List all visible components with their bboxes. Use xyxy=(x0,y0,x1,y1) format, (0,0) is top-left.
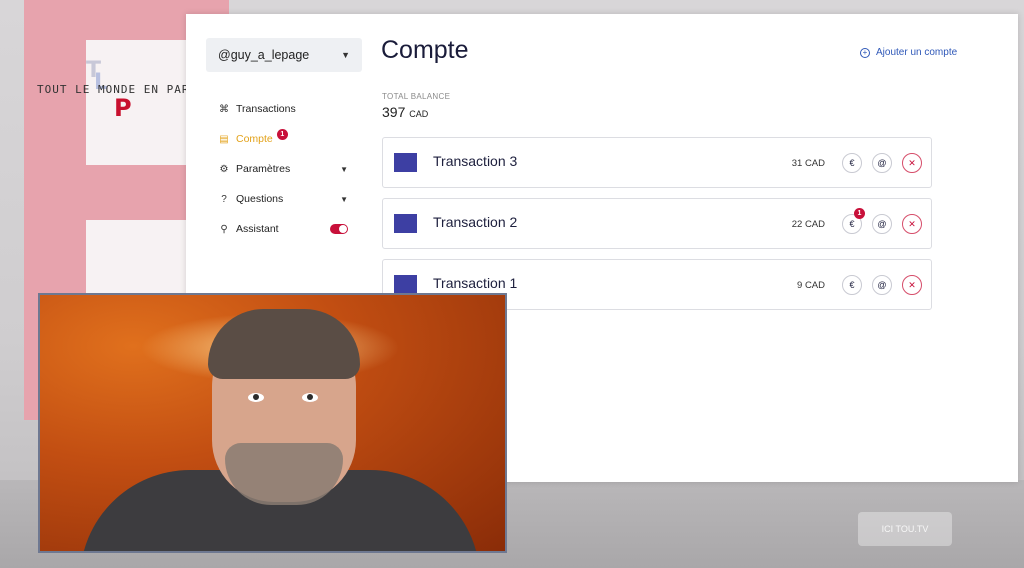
transaction-name: Transaction 3 xyxy=(433,153,518,169)
sidebar-item-compte[interactable]: ▤ Compte 1 xyxy=(206,124,362,154)
transaction-thumbnail xyxy=(394,153,417,172)
sidebar-item-label: Transactions xyxy=(236,103,296,115)
add-account-label: Ajouter un compte xyxy=(876,47,958,58)
notification-badge: 1 xyxy=(276,128,288,140)
transaction-thumbnail xyxy=(394,275,417,294)
balance-unit: CAD xyxy=(409,109,429,119)
balance-label: TOTAL BALANCE xyxy=(382,92,451,101)
sidebar-nav: ⌘ Transactions ▤ Compte 1 ⚙ Paramètres ▼… xyxy=(206,94,362,244)
video-inset xyxy=(38,293,507,553)
transaction-amount: 9 CAD xyxy=(797,280,825,291)
chevron-down-icon: ▼ xyxy=(341,50,350,60)
show-logo-text: TOUT LE MONDE EN PARLE xyxy=(37,83,205,96)
euro-icon[interactable]: € xyxy=(842,153,862,173)
sidebar-item-assistant[interactable]: ⚲ Assistant xyxy=(206,214,362,244)
at-icon[interactable]: @ xyxy=(872,275,892,295)
balance-value: 397 CAD xyxy=(382,104,428,120)
sidebar-item-label: Compte xyxy=(236,133,273,145)
person-eye xyxy=(302,393,318,402)
sidebar-item-questions[interactable]: ? Questions ▼ xyxy=(206,184,362,214)
studio-panel xyxy=(86,220,186,295)
sidebar: @guy_a_lepage ▼ ⌘ Transactions ▤ Compte … xyxy=(206,38,362,244)
transaction-row[interactable]: Transaction 3 31 CAD € @ ✕ xyxy=(382,137,932,188)
command-icon: ⌘ xyxy=(219,103,229,115)
at-icon[interactable]: @ xyxy=(872,214,892,234)
account-select[interactable]: @guy_a_lepage ▼ xyxy=(206,38,362,72)
question-icon: ? xyxy=(221,193,227,205)
transaction-row[interactable]: Transaction 2 22 CAD €1 @ ✕ xyxy=(382,198,932,249)
transaction-thumbnail xyxy=(394,214,417,233)
euro-icon[interactable]: €1 xyxy=(842,208,865,234)
sidebar-item-label: Paramètres xyxy=(236,163,291,175)
flask-icon: ⚲ xyxy=(220,223,228,235)
sidebar-item-label: Assistant xyxy=(236,223,279,235)
trash-icon[interactable]: ✕ xyxy=(902,214,922,234)
card-icon: ▤ xyxy=(219,133,229,145)
assistant-toggle[interactable] xyxy=(330,224,348,234)
transaction-name: Transaction 1 xyxy=(433,275,518,291)
sidebar-item-parametres[interactable]: ⚙ Paramètres ▼ xyxy=(206,154,362,184)
chevron-down-icon: ▼ xyxy=(340,164,348,174)
gear-icon: ⚙ xyxy=(219,163,229,175)
trash-icon[interactable]: ✕ xyxy=(902,275,922,295)
transaction-amount: 31 CAD xyxy=(791,158,825,169)
add-account-link[interactable]: + Ajouter un compte xyxy=(860,47,957,58)
notification-badge: 1 xyxy=(854,208,865,219)
transaction-name: Transaction 2 xyxy=(433,214,518,230)
chevron-down-icon: ▼ xyxy=(340,194,348,204)
person-eye xyxy=(248,393,264,402)
main-content: Compte xyxy=(381,36,941,65)
plus-circle-icon: + xyxy=(860,47,870,58)
broadcaster-watermark: ICI TOU.TV xyxy=(858,512,952,546)
transaction-amount: 22 CAD xyxy=(791,219,825,230)
sidebar-item-transactions[interactable]: ⌘ Transactions xyxy=(206,94,362,124)
account-select-value: @guy_a_lepage xyxy=(218,48,310,62)
sidebar-item-label: Questions xyxy=(236,193,284,205)
balance-amount: 397 xyxy=(382,104,406,120)
person-hair xyxy=(208,309,360,379)
trash-icon[interactable]: ✕ xyxy=(902,153,922,173)
page-title: Compte xyxy=(381,36,469,64)
at-icon[interactable]: @ xyxy=(872,153,892,173)
euro-icon[interactable]: € xyxy=(842,275,862,295)
